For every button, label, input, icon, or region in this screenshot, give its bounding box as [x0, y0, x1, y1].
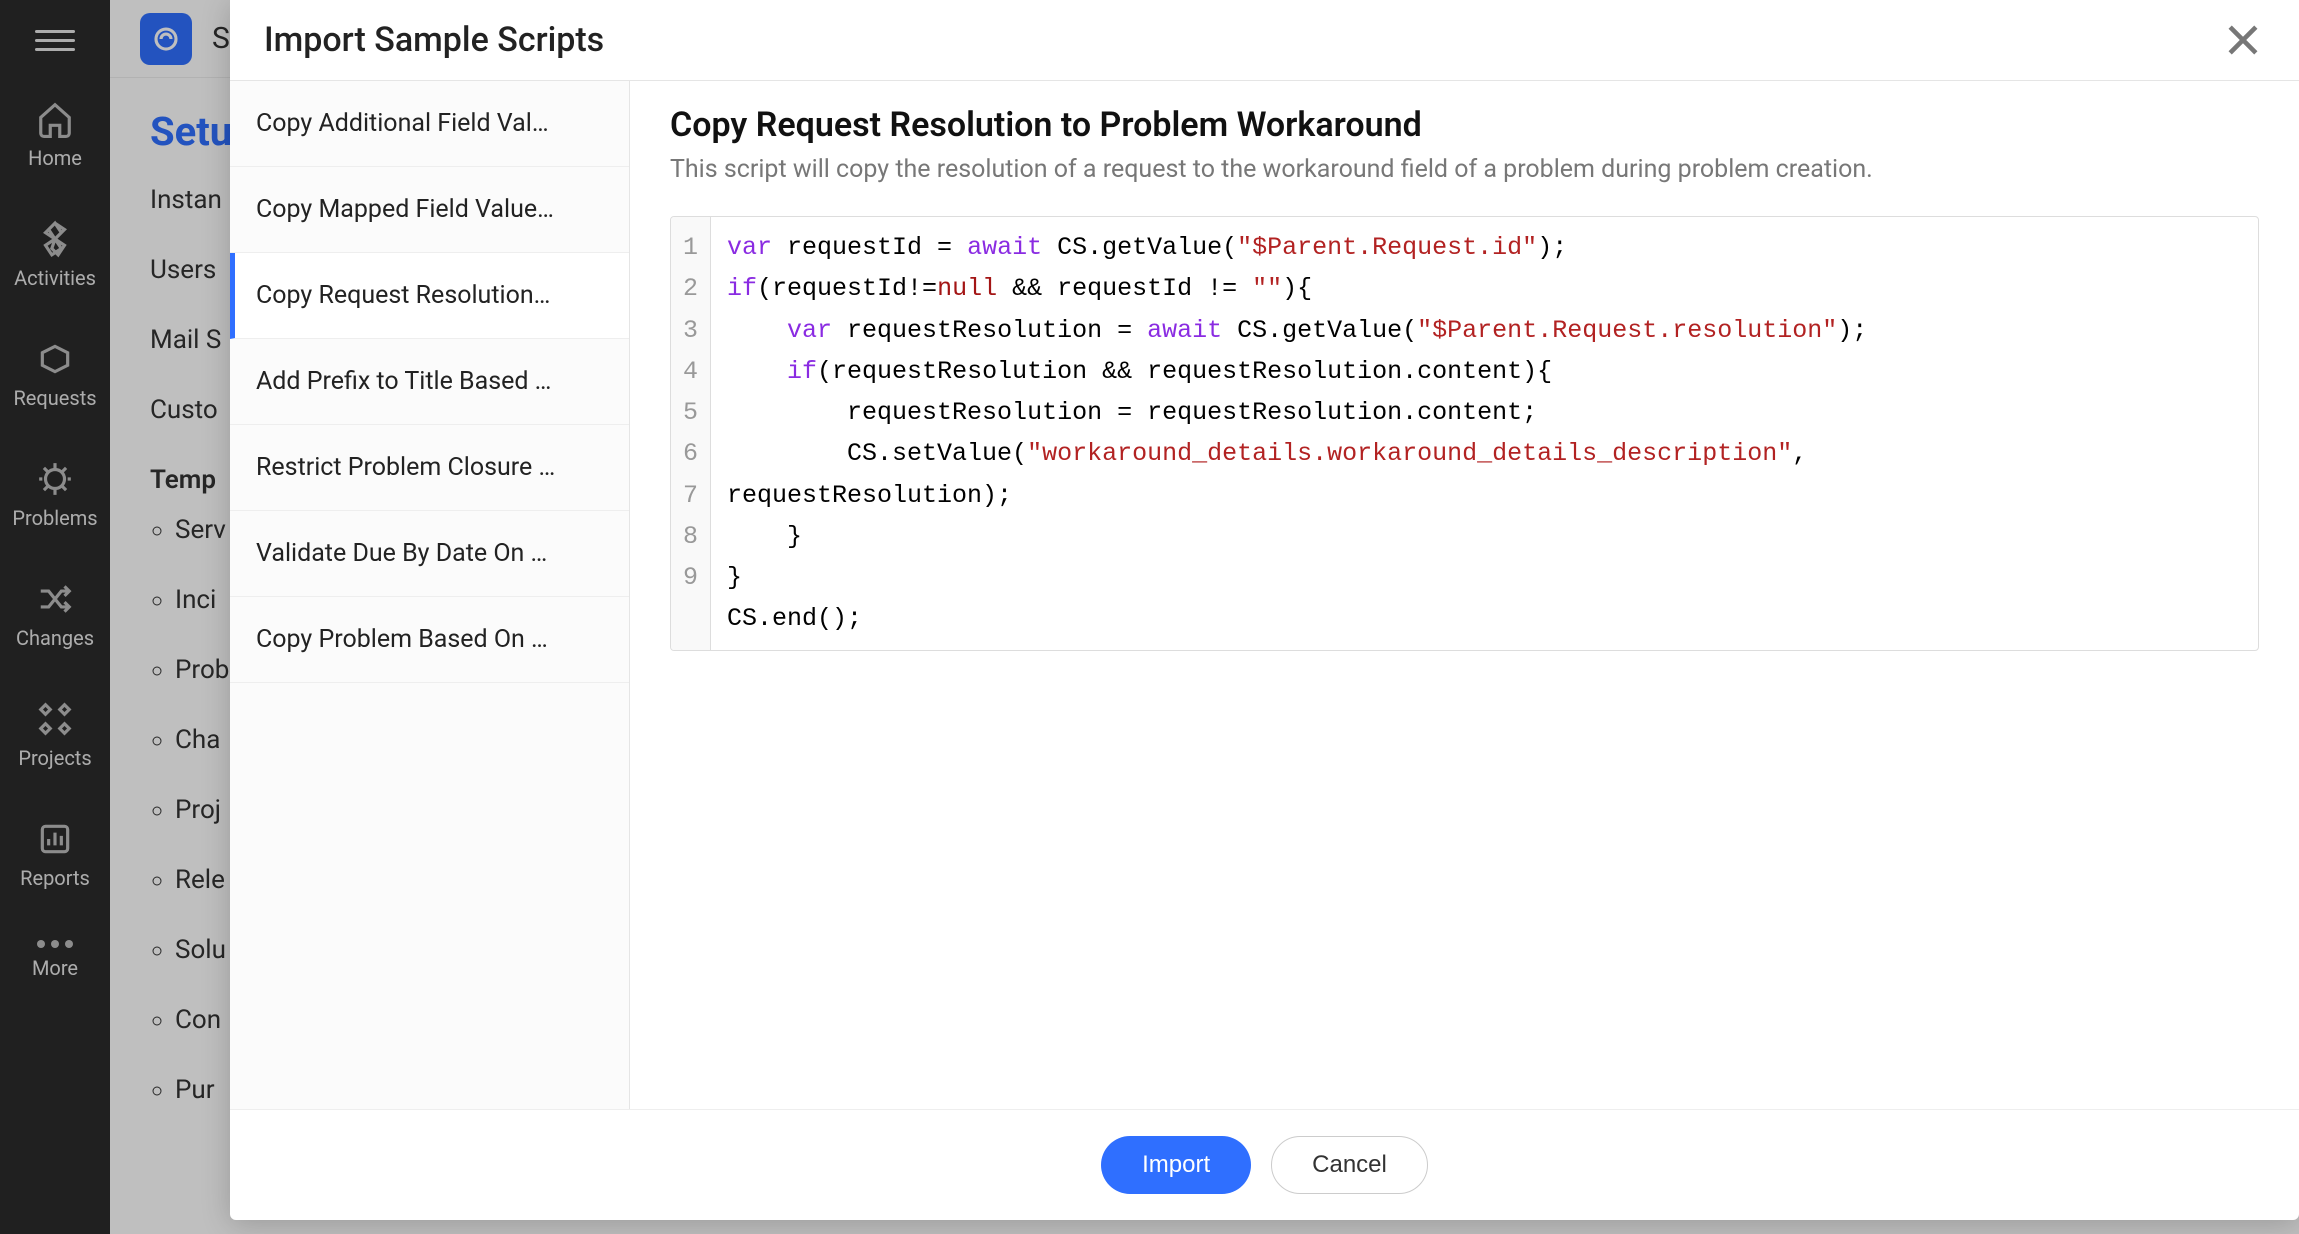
script-list-item[interactable]: Restrict Problem Closure … [230, 425, 629, 511]
script-list-item[interactable]: Copy Problem Based On … [230, 597, 629, 683]
script-list-item[interactable]: Copy Mapped Field Value… [230, 167, 629, 253]
script-list-item[interactable]: Validate Due By Date On … [230, 511, 629, 597]
modal-header: Import Sample Scripts [230, 0, 2299, 81]
script-list-item[interactable]: Copy Request Resolution… [230, 253, 629, 339]
import-scripts-modal: Import Sample Scripts Copy Additional Fi… [230, 0, 2299, 1220]
script-list-item[interactable]: Add Prefix to Title Based … [230, 339, 629, 425]
cancel-button[interactable]: Cancel [1271, 1136, 1428, 1194]
code-content: var requestId = await CS.getValue("$Pare… [711, 217, 2258, 650]
script-detail-title: Copy Request Resolution to Problem Worka… [670, 105, 2259, 145]
modal-title: Import Sample Scripts [264, 20, 604, 60]
script-list-item[interactable]: Copy Additional Field Val… [230, 81, 629, 167]
script-detail: Copy Request Resolution to Problem Worka… [630, 81, 2299, 1109]
script-list: Copy Additional Field Val…Copy Mapped Fi… [230, 81, 630, 1109]
close-icon[interactable] [2221, 18, 2265, 62]
code-gutter: 1 2 3 4 5 6 7 8 9 [671, 217, 711, 650]
code-block: 1 2 3 4 5 6 7 8 9 var requestId = await … [670, 216, 2259, 651]
import-button[interactable]: Import [1101, 1136, 1251, 1194]
script-detail-desc: This script will copy the resolution of … [670, 155, 2259, 184]
modal-footer: Import Cancel [230, 1109, 2299, 1220]
